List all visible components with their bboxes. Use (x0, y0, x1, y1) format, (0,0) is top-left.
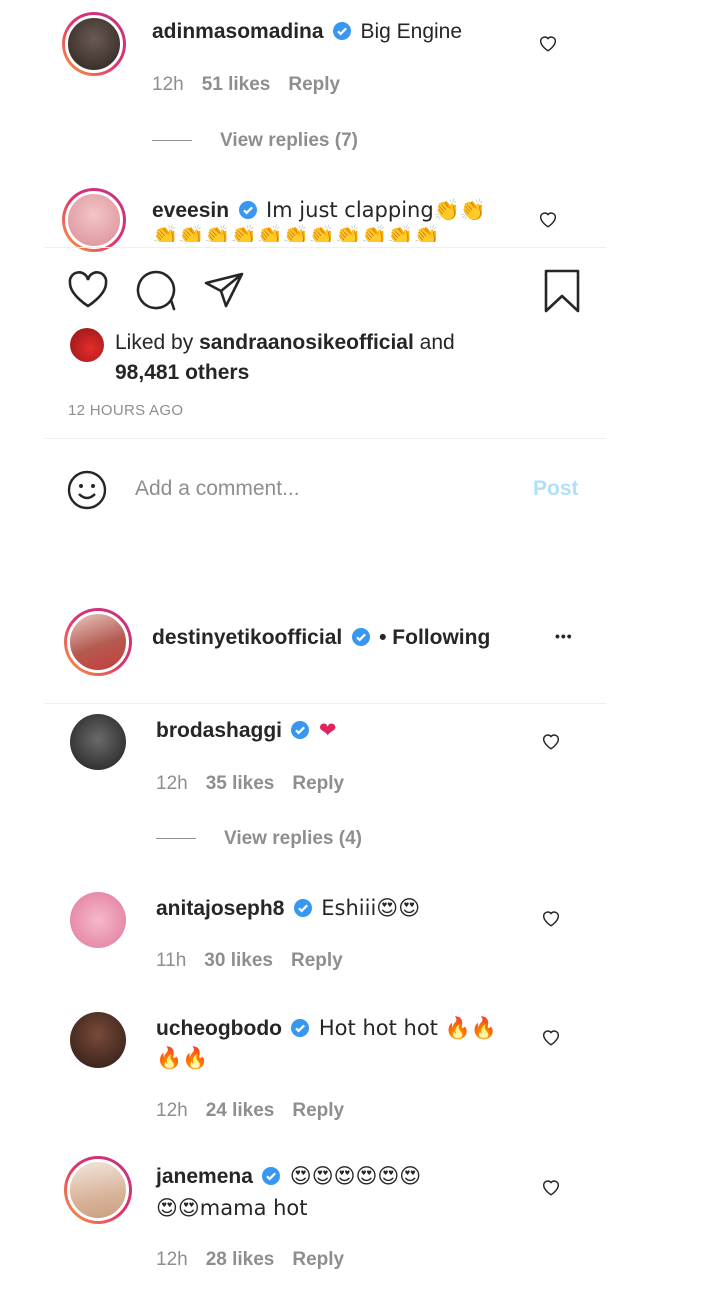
verified-badge-icon (293, 899, 312, 917)
author-username[interactable]: destinyetikoofficial (152, 626, 342, 649)
comment-icon[interactable] (134, 270, 178, 312)
comment-text: 😍😍😍😍😍😍 (289, 1164, 422, 1188)
comment-time: 12h (156, 1100, 188, 1121)
like-comment-icon[interactable] (537, 208, 559, 230)
replies-line (152, 140, 192, 142)
comment-username[interactable]: janemena (156, 1165, 253, 1188)
avatar[interactable] (62, 12, 126, 76)
reply-button[interactable]: Reply (292, 1100, 344, 1121)
verified-badge-icon (291, 1019, 310, 1037)
post-button[interactable]: Post (533, 477, 579, 501)
comment-username[interactable]: anitajoseph8 (156, 897, 284, 920)
comment-likes[interactable]: 28 likes (206, 1249, 275, 1270)
avatar[interactable] (64, 1156, 132, 1224)
comment-time: 12h (156, 1249, 188, 1270)
following-button[interactable]: • Following (379, 626, 490, 649)
comment-time: 12h (152, 74, 184, 95)
comment-username[interactable]: ucheogbodo (156, 1017, 282, 1040)
liked-by-user[interactable]: sandraanosikeofficial (199, 331, 414, 354)
reply-button[interactable]: Reply (292, 1249, 344, 1270)
comment-likes[interactable]: 51 likes (202, 74, 271, 95)
verified-badge-icon (333, 22, 352, 40)
comment-username[interactable]: brodashaggi (156, 719, 282, 742)
post-timestamp[interactable]: 12 HOURS AGO (68, 402, 183, 419)
verified-badge-icon (291, 721, 310, 739)
avatar[interactable] (62, 188, 126, 252)
comment-text-continued: 🔥🔥 (156, 1046, 209, 1070)
like-comment-icon[interactable] (540, 730, 562, 752)
comment-time: 11h (156, 950, 187, 971)
comment-text: Big Engine (360, 20, 463, 43)
replies-line (156, 838, 196, 840)
divider (44, 703, 606, 704)
liked-by-others[interactable]: 98,481 others (115, 361, 249, 384)
reply-button[interactable]: Reply (292, 773, 344, 794)
like-comment-icon[interactable] (540, 907, 562, 929)
avatar[interactable] (70, 1012, 126, 1068)
comment-likes[interactable]: 24 likes (206, 1100, 275, 1121)
author-avatar[interactable] (64, 608, 132, 676)
view-replies-button[interactable]: View replies (4) (224, 828, 362, 849)
comment-text-continued: 👏👏👏👏👏👏👏👏👏👏👏 (152, 224, 440, 242)
comment-text: Eshiii😍😍 (321, 896, 421, 920)
comment-text: Im just clapping👏👏 (265, 198, 486, 222)
add-comment-input[interactable]: Add a comment... (135, 477, 300, 501)
avatar[interactable] (70, 714, 126, 770)
verified-badge-icon (262, 1167, 281, 1185)
comment-username[interactable]: eveesin (152, 199, 229, 222)
reply-button[interactable]: Reply (291, 950, 343, 971)
liked-by-avatar[interactable] (70, 328, 104, 362)
comment-likes[interactable]: 35 likes (206, 773, 275, 794)
reply-button[interactable]: Reply (288, 74, 340, 95)
verified-badge-icon (238, 201, 257, 219)
comment-username[interactable]: adinmasomadina (152, 20, 324, 43)
liked-by-text: Liked by sandraanosikeofficial and 98,48… (115, 331, 455, 384)
like-comment-icon[interactable] (537, 32, 559, 54)
verified-badge-icon (351, 628, 370, 646)
like-comment-icon[interactable] (540, 1026, 562, 1048)
like-icon[interactable] (66, 270, 110, 310)
save-icon[interactable] (542, 268, 582, 314)
avatar[interactable] (70, 892, 126, 948)
view-replies-button[interactable]: View replies (7) (220, 130, 358, 151)
comment-text: ❤ (318, 718, 337, 742)
more-options-icon[interactable]: ••• (555, 628, 573, 644)
share-icon[interactable] (202, 270, 246, 310)
like-comment-icon[interactable] (540, 1176, 562, 1198)
comment-text-continued: 😍😍mama hot (156, 1196, 308, 1220)
comment-text: Hot hot hot 🔥🔥 (318, 1016, 497, 1040)
comment-time: 12h (156, 773, 188, 794)
divider (44, 247, 606, 248)
emoji-icon[interactable] (66, 469, 108, 511)
comment-likes[interactable]: 30 likes (204, 950, 273, 971)
divider (44, 438, 606, 439)
